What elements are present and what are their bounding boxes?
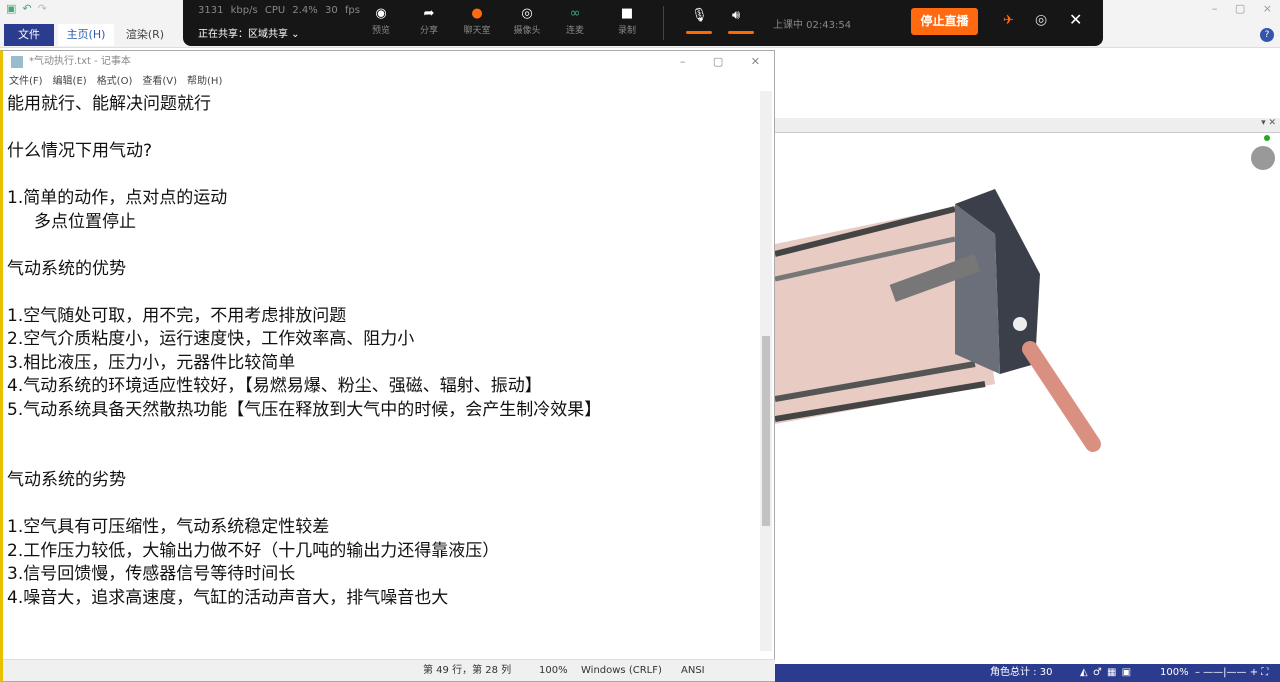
text-line: 气动系统的优势	[7, 258, 126, 279]
stop-live-button[interactable]: 停止直播	[911, 8, 978, 35]
pneumatic-cylinder-model	[775, 189, 1101, 452]
text-line: 5.气动系统具备天然散热功能【气压在释放到大气中的时候，会产生制冷效果】	[7, 399, 602, 420]
undo-icon[interactable]: ↶	[22, 2, 31, 15]
redo-icon[interactable]: ↷	[38, 2, 47, 15]
tab-home[interactable]: 主页(H)	[58, 24, 114, 46]
text-line	[7, 281, 759, 305]
scrollbar-thumb[interactable]	[762, 336, 770, 526]
window-controls[interactable]: – ▢ ×	[1212, 2, 1272, 15]
save-icon[interactable]: ▣	[6, 2, 16, 15]
preview-button[interactable]: ◉ 预览	[356, 6, 406, 36]
stream-stats: 3131 kbp/s CPU 2.4% 30 fps	[198, 5, 360, 16]
actor-count: 角色总计 : 30	[990, 667, 1053, 678]
text-line: 能用就行、能解决问题就行	[7, 94, 211, 114]
text-line: 2.空气介质粘度小，运行速度快，工作效率高、阻力小	[7, 329, 415, 349]
cursor-position: 第 49 行，第 28 列	[423, 665, 512, 676]
axis-indicator	[1264, 135, 1270, 141]
share-icon: ➦	[423, 6, 435, 21]
text-line: 2.工作压力较低，大输出力做不好（十几吨的输出力还得靠液压）	[7, 540, 500, 561]
text-line	[7, 422, 759, 446]
settings-icon[interactable]: ◎	[1035, 12, 1047, 28]
window-controls[interactable]: – ▢ ✕	[680, 51, 760, 73]
text-line	[7, 234, 759, 258]
mic-link-button[interactable]: ∞ 连麦	[550, 6, 600, 36]
encoding: ANSI	[681, 665, 705, 676]
share-button[interactable]: ➦ 分享	[404, 6, 454, 36]
zoom-level: 100%	[539, 665, 568, 676]
chat-icon: ●	[471, 6, 483, 21]
notepad-icon	[11, 56, 23, 68]
notepad-window: *气动执行.txt - 记事本 – ▢ ✕ 文件(F) 编辑(E) 格式(O) …	[0, 50, 775, 682]
close-icon[interactable]: ✕	[1069, 10, 1082, 29]
text-line: 1.空气随处可取，用不完，不用考虑排放问题	[7, 305, 347, 326]
status-bar: 第 49 行，第 28 列 100% Windows (CRLF) ANSI	[3, 659, 775, 681]
text-line: 4.气动系统的环境适应性较好，【易燃易爆、粉尘、强磁、辐射、振动】	[7, 376, 542, 396]
chat-button[interactable]: ● 聊天室	[452, 6, 502, 36]
text-line: 3.信号回馈慢，传感器信号等待时间长	[7, 564, 296, 584]
text-line: 3.相比液压，压力小，元器件比较简单	[7, 352, 296, 373]
window-title: *气动执行.txt - 记事本	[29, 56, 131, 67]
cad-viewport[interactable]	[775, 134, 1280, 664]
text-line	[7, 446, 759, 470]
text-line: 多点位置停止	[7, 211, 137, 232]
quick-access-toolbar: ▣ ↶ ↷	[6, 2, 47, 15]
text-editor[interactable]: 能用就行、能解决问题就行 什么情况下用气动? 1.简单的动作，点对点的运动 多点位置…	[7, 93, 759, 653]
divider	[663, 6, 664, 40]
share-mode-dropdown[interactable]: 正在共享：区域共享 ⌄	[198, 25, 300, 40]
record-icon: ■	[620, 6, 634, 21]
view-mode-icons[interactable]: ◭ ♂ ▦ ▣	[1080, 664, 1131, 682]
cad-status-bar: 角色总计 : 30 ◭ ♂ ▦ ▣ 100% – ——|—— + ⛶	[775, 664, 1280, 682]
text-line: 什么情况下用气动?	[7, 141, 153, 161]
text-line: 4.噪音大，追求高速度，气缸的活动声音大，排气噪音也大	[7, 587, 449, 608]
zoom-slider[interactable]: – ——|—— + ⛶	[1195, 664, 1268, 682]
eye-icon: ◉	[375, 6, 387, 21]
menu-bar: 文件(F) 编辑(E) 格式(O) 查看(V) 帮助(H)	[3, 73, 774, 91]
menu-format[interactable]: 格式(O)	[97, 73, 133, 91]
speaker-level	[728, 31, 754, 34]
menu-help[interactable]: 帮助(H)	[187, 73, 222, 91]
viewport-header: ▾ ✕	[775, 118, 1280, 133]
menu-view[interactable]: 查看(V)	[142, 73, 177, 91]
text-line	[7, 117, 759, 141]
mic-level	[686, 31, 712, 34]
title-bar: *气动执行.txt - 记事本 – ▢ ✕	[3, 51, 774, 73]
vertical-scrollbar[interactable]	[760, 91, 772, 651]
record-button[interactable]: ■ 录制	[602, 6, 652, 36]
line-ending: Windows (CRLF)	[581, 665, 662, 676]
tab-render[interactable]: 渲染(R)	[118, 24, 172, 46]
live-toolbar: 3131 kbp/s CPU 2.4% 30 fps 正在共享：区域共享 ⌄ ◉…	[183, 0, 1103, 46]
speaker-icon[interactable]: 🔊︎	[732, 8, 740, 23]
panel-controls[interactable]: ▾ ✕	[1261, 118, 1276, 128]
link-icon: ∞	[569, 6, 581, 21]
text-line: 1.简单的动作，点对点的运动	[7, 188, 228, 208]
help-icon[interactable]: ?	[1260, 28, 1274, 42]
view-cube-icon[interactable]	[1251, 146, 1275, 170]
camera-icon: ◎	[521, 6, 533, 21]
microphone-icon[interactable]: 🎙︎	[691, 8, 708, 23]
tab-file[interactable]: 文件	[4, 24, 54, 46]
pin-icon[interactable]: ✈	[1003, 13, 1014, 28]
menu-file[interactable]: 文件(F)	[9, 73, 43, 91]
camera-button[interactable]: ◎ 摄像头	[502, 6, 552, 36]
session-timer: 上课中 02:43:54	[773, 20, 852, 31]
text-line: 气动系统的劣势	[7, 470, 126, 490]
cad-zoom: 100%	[1160, 667, 1189, 678]
text-line	[7, 164, 759, 188]
menu-edit[interactable]: 编辑(E)	[53, 73, 87, 91]
text-line: 1.空气具有可压缩性，气动系统稳定性较差	[7, 517, 330, 537]
text-line	[7, 493, 759, 517]
